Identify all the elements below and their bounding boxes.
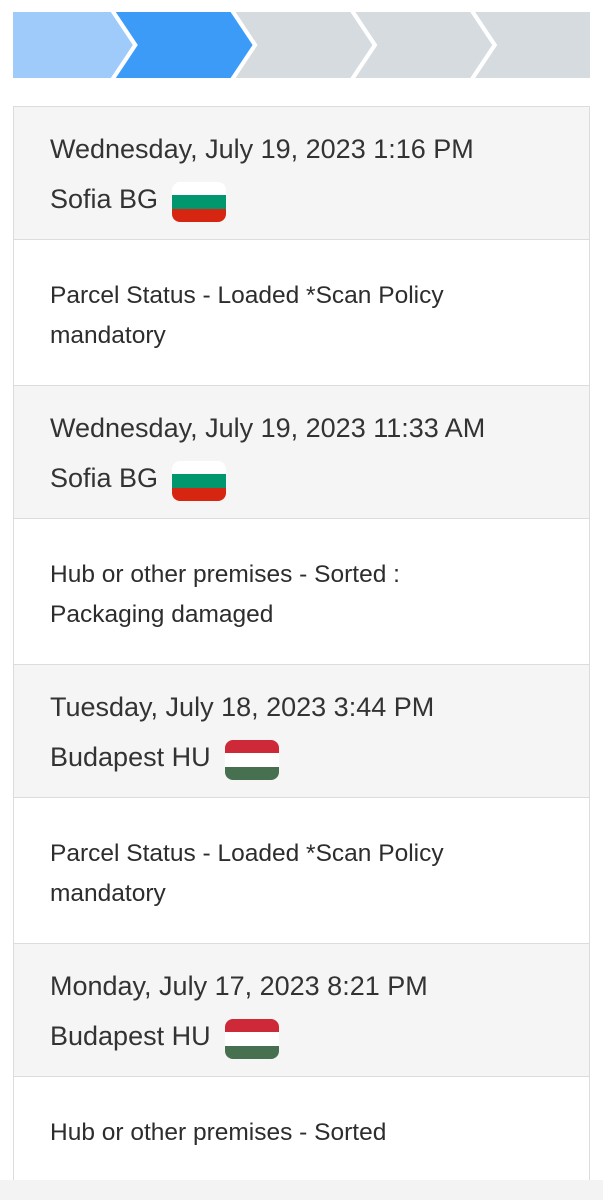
flag-stripe <box>224 740 279 754</box>
event-date: Monday, July 17, 2023 8:21 PM <box>50 971 428 1001</box>
event-status: Hub or other premises - Sorted <box>50 1119 387 1146</box>
progress-step-4 <box>355 12 493 78</box>
flag-stripe <box>172 195 227 209</box>
tracking-events-list: Wednesday, July 19, 2023 1:16 PM Sofia B… <box>13 106 590 1187</box>
event-location: Budapest HU <box>50 734 569 780</box>
event-city: Budapest HU <box>50 742 211 772</box>
flag-stripe <box>224 1032 279 1046</box>
event-status-row: Parcel Status - Loaded *Scan Policy mand… <box>14 798 589 944</box>
event-date: Tuesday, July 18, 2023 3:44 PM <box>50 692 435 722</box>
flag-stripe <box>172 474 227 488</box>
flag-stripe <box>224 1019 279 1033</box>
event-date: Wednesday, July 19, 2023 11:33 AM <box>50 413 486 443</box>
event-location: Sofia BG <box>50 455 569 501</box>
hungary-flag-icon <box>224 1019 279 1059</box>
event-status: Parcel Status - Loaded *Scan Policy mand… <box>50 282 444 349</box>
event-header: Monday, July 17, 2023 8:21 PM Budapest H… <box>14 944 589 1077</box>
event-header: Wednesday, July 19, 2023 1:16 PM Sofia B… <box>14 107 589 240</box>
event-city: Sofia BG <box>50 463 159 493</box>
bottom-edge <box>0 1180 603 1200</box>
progress-step-5 <box>475 12 590 78</box>
flag-stripe <box>224 753 279 767</box>
flag-stripe <box>172 208 227 222</box>
event-city: Sofia BG <box>50 184 159 214</box>
flag-stripe <box>224 766 279 780</box>
progress-step-1 <box>13 12 133 78</box>
hungary-flag-icon <box>224 740 279 780</box>
flag-stripe <box>224 1045 279 1059</box>
tracking-page: Wednesday, July 19, 2023 1:16 PM Sofia B… <box>0 0 603 1200</box>
event-status-row: Hub or other premises - Sorted <box>14 1077 589 1187</box>
bulgaria-flag-icon <box>172 182 227 222</box>
bulgaria-flag-icon <box>172 461 227 501</box>
event-header: Tuesday, July 18, 2023 3:44 PM Budapest … <box>14 665 589 798</box>
event-city: Budapest HU <box>50 1021 211 1051</box>
event-status-row: Hub or other premises - Sorted : Packagi… <box>14 519 589 665</box>
progress-stepper-graphic <box>13 12 590 78</box>
progress-stepper <box>13 12 590 78</box>
event-header: Wednesday, July 19, 2023 11:33 AM Sofia … <box>14 386 589 519</box>
progress-step-2 <box>115 12 253 78</box>
flag-stripe <box>172 487 227 501</box>
flag-stripe <box>172 182 227 196</box>
flag-stripe <box>172 461 227 475</box>
event-status: Hub or other premises - Sorted : Packagi… <box>50 561 400 628</box>
event-date: Wednesday, July 19, 2023 1:16 PM <box>50 134 474 164</box>
event-location: Budapest HU <box>50 1013 569 1059</box>
progress-step-3 <box>235 12 373 78</box>
event-status-row: Parcel Status - Loaded *Scan Policy mand… <box>14 240 589 386</box>
event-location: Sofia BG <box>50 176 569 222</box>
event-status: Parcel Status - Loaded *Scan Policy mand… <box>50 840 444 907</box>
